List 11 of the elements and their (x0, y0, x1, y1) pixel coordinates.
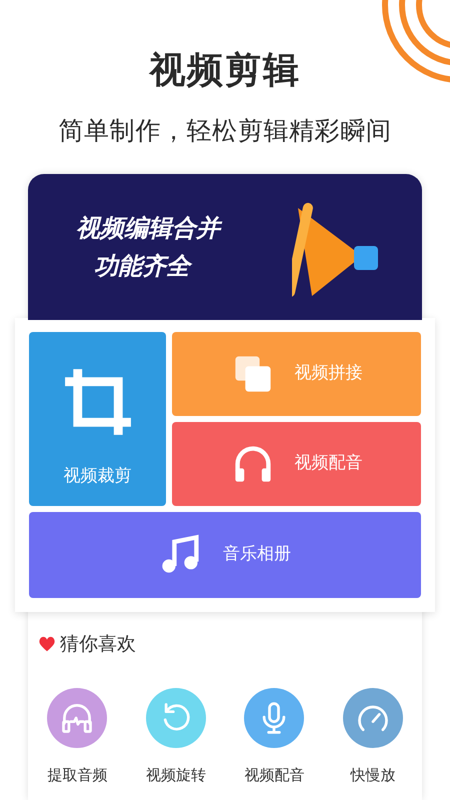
feature-item[interactable]: 提取音频 (28, 688, 126, 786)
tool-tile[interactable]: 音乐相册 (29, 512, 421, 598)
headline: 视频剪辑 (149, 49, 301, 93)
heart-icon (38, 636, 56, 652)
section-title: 猜你喜欢 (60, 632, 136, 656)
banner-text: 视频编辑合并 (76, 208, 422, 246)
banner-text: 功能齐全 (94, 246, 422, 284)
feature-item[interactable]: 视频旋转 (126, 688, 225, 786)
feature-item[interactable]: 快慢放 (324, 688, 422, 786)
tagline: 简单制作，轻松剪辑精彩瞬间 (58, 115, 392, 147)
feature-item[interactable]: 视频配音 (225, 688, 324, 786)
